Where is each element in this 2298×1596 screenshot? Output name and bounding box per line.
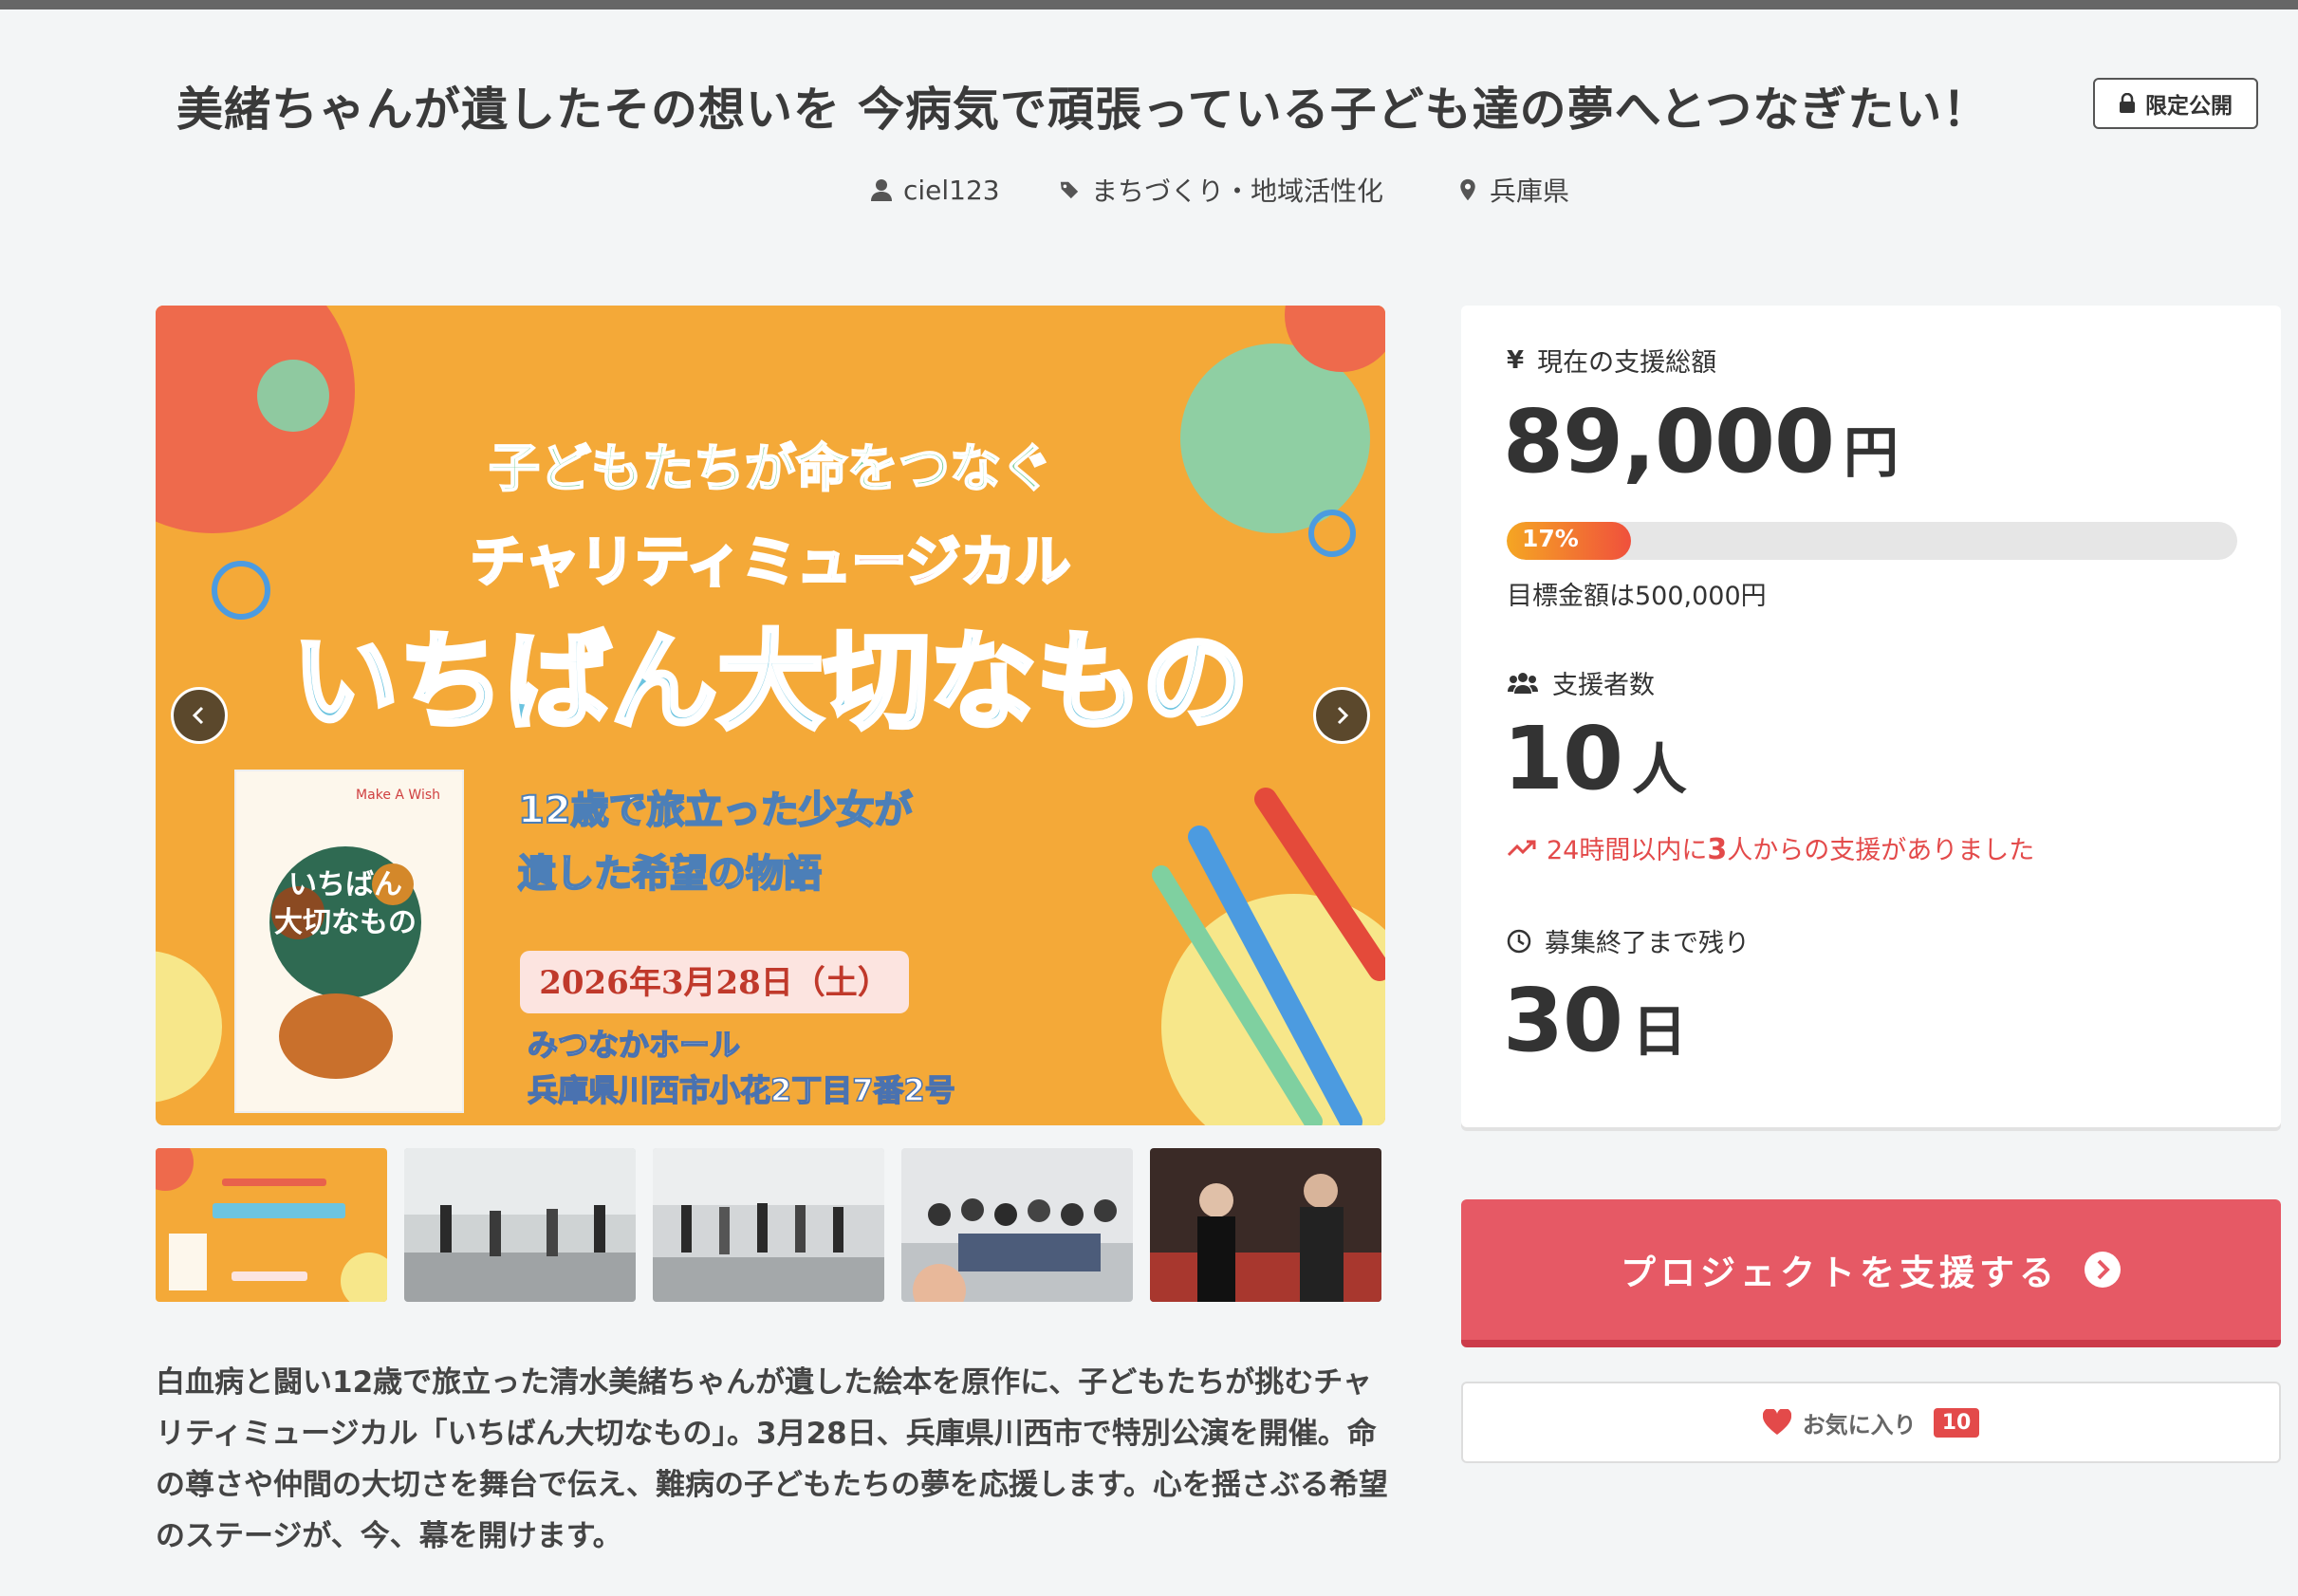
amount-unit: 円 bbox=[1844, 420, 1899, 485]
project-summary: 白血病と闘い12歳で旅立った清水美緒ちゃんが遺した絵本を原作に、子どもたちが挑む… bbox=[156, 1365, 1388, 1553]
hero-date: 2026年3月28日（土） bbox=[539, 964, 890, 1002]
arrow-circle-right-icon bbox=[2085, 1252, 2121, 1288]
hero-tagline-1: 12歳で旅立った少女が bbox=[518, 789, 913, 832]
remaining-value-row: 30 日 bbox=[1503, 970, 1687, 1071]
title-row: 美緒ちゃんが遺したその想いを 今病気で頑張っている子ども達の夢へとつなぎたい！ … bbox=[0, 66, 2298, 142]
support-project-button[interactable]: プロジェクトを支援する bbox=[1461, 1199, 2281, 1347]
lock-icon bbox=[2120, 93, 2135, 113]
category-link[interactable]: まちづくり・地域活性化 bbox=[1059, 171, 1383, 209]
trending-up-icon bbox=[1507, 840, 1536, 856]
goal-amount: 目標金額は500,000円 bbox=[1507, 582, 1767, 611]
category-name: まちづくり・地域活性化 bbox=[1091, 176, 1384, 207]
hero-tagline-2: 遺した希望の物語 bbox=[518, 852, 822, 896]
thumbnail-strip bbox=[156, 1148, 1381, 1302]
location-name: 兵庫県 bbox=[1490, 176, 1570, 207]
supporters-label-row: 支援者数 bbox=[1507, 664, 1655, 701]
favorite-button[interactable]: お気に入り 10 bbox=[1461, 1382, 2281, 1463]
chevron-right-icon bbox=[1337, 706, 1349, 725]
author-link[interactable]: ciel123 bbox=[871, 171, 1000, 209]
remaining-unit: 日 bbox=[1632, 999, 1687, 1064]
hero-venue: みつなかホール bbox=[528, 1027, 740, 1063]
thumbnail-poster[interactable] bbox=[156, 1148, 387, 1302]
amount-label-row: ¥ 現在の支援総額 bbox=[1507, 342, 1716, 379]
users-icon bbox=[1508, 672, 1538, 694]
yen-icon: ¥ bbox=[1507, 345, 1525, 375]
thumbnail-rehearsal-2[interactable] bbox=[653, 1148, 884, 1302]
supporters-value: 10 bbox=[1503, 708, 1623, 809]
supporters-unit: 人 bbox=[1632, 737, 1687, 802]
remaining-label-row: 募集終了まで残り bbox=[1507, 922, 1750, 959]
top-bar bbox=[0, 0, 2298, 9]
progress-percent: 17% bbox=[1522, 525, 1579, 552]
page-title: 美緒ちゃんが遺したその想いを 今病気で頑張っている子ども達の夢へとつなぎたい！ bbox=[176, 83, 1991, 137]
chevron-left-icon bbox=[192, 706, 204, 725]
hero-subtitle: チャリティミュージカル bbox=[471, 529, 1071, 594]
clock-icon bbox=[1507, 929, 1531, 953]
amount-label: 現在の支援総額 bbox=[1537, 348, 1717, 378]
hero-arc-text: 子どもたちが命をつなぐ bbox=[489, 438, 1052, 498]
visibility-label: 限定公開 bbox=[2145, 94, 2233, 119]
recent-support-notice: 24時間以内に3人からの支援がありました bbox=[1507, 829, 2034, 866]
map-pin-icon bbox=[1460, 178, 1475, 201]
book-title-2: 大切なもの bbox=[274, 906, 417, 939]
heart-icon bbox=[1762, 1409, 1791, 1435]
tag-icon bbox=[1060, 181, 1079, 199]
hero-image: 子どもたちが命をつなぐ チャリティミュージカル いちばん大切なもの Make A… bbox=[156, 306, 1385, 1125]
favorite-count-badge: 10 bbox=[1933, 1407, 1980, 1438]
book-title-1: いちばん bbox=[288, 868, 402, 901]
remaining-value: 30 bbox=[1503, 970, 1623, 1071]
amount-value: 89,000 bbox=[1503, 391, 1835, 492]
hero-main-title: いちばん大切なもの bbox=[292, 621, 1249, 744]
thumbnail-rehearsal-1[interactable] bbox=[404, 1148, 636, 1302]
book-logo: Make A Wish bbox=[356, 788, 440, 803]
progress-bar bbox=[1507, 522, 2237, 560]
author-name: ciel123 bbox=[903, 174, 1000, 206]
stats-card: ¥ 現在の支援総額 89,000 円 17% 目標金額は500,000円 支援者数… bbox=[1461, 306, 2281, 1127]
supporters-label: 支援者数 bbox=[1552, 671, 1655, 700]
recent-count: 3 bbox=[1707, 833, 1728, 866]
remaining-label: 募集終了まで残り bbox=[1545, 929, 1750, 958]
recent-suffix: 人からの支援がありました bbox=[1727, 836, 2035, 865]
hero-address: 兵庫県川西市小花2丁目7番2号 bbox=[528, 1072, 955, 1108]
next-slide-button[interactable] bbox=[1313, 687, 1370, 744]
thumbnail-group-photo[interactable] bbox=[901, 1148, 1133, 1302]
supporters-value-row: 10 人 bbox=[1503, 708, 1687, 809]
support-button-label: プロジェクトを支援する bbox=[1621, 1253, 2059, 1293]
location-link[interactable]: 兵庫県 bbox=[1457, 171, 1569, 209]
favorite-label: お気に入り bbox=[1802, 1411, 1917, 1438]
visibility-badge: 限定公開 bbox=[2093, 78, 2258, 129]
user-icon bbox=[871, 179, 892, 201]
thumbnail-stage[interactable] bbox=[1150, 1148, 1381, 1302]
prev-slide-button[interactable] bbox=[171, 687, 228, 744]
recent-prefix: 24時間以内に bbox=[1547, 836, 1708, 865]
amount-value-row: 89,000 円 bbox=[1503, 391, 1899, 492]
